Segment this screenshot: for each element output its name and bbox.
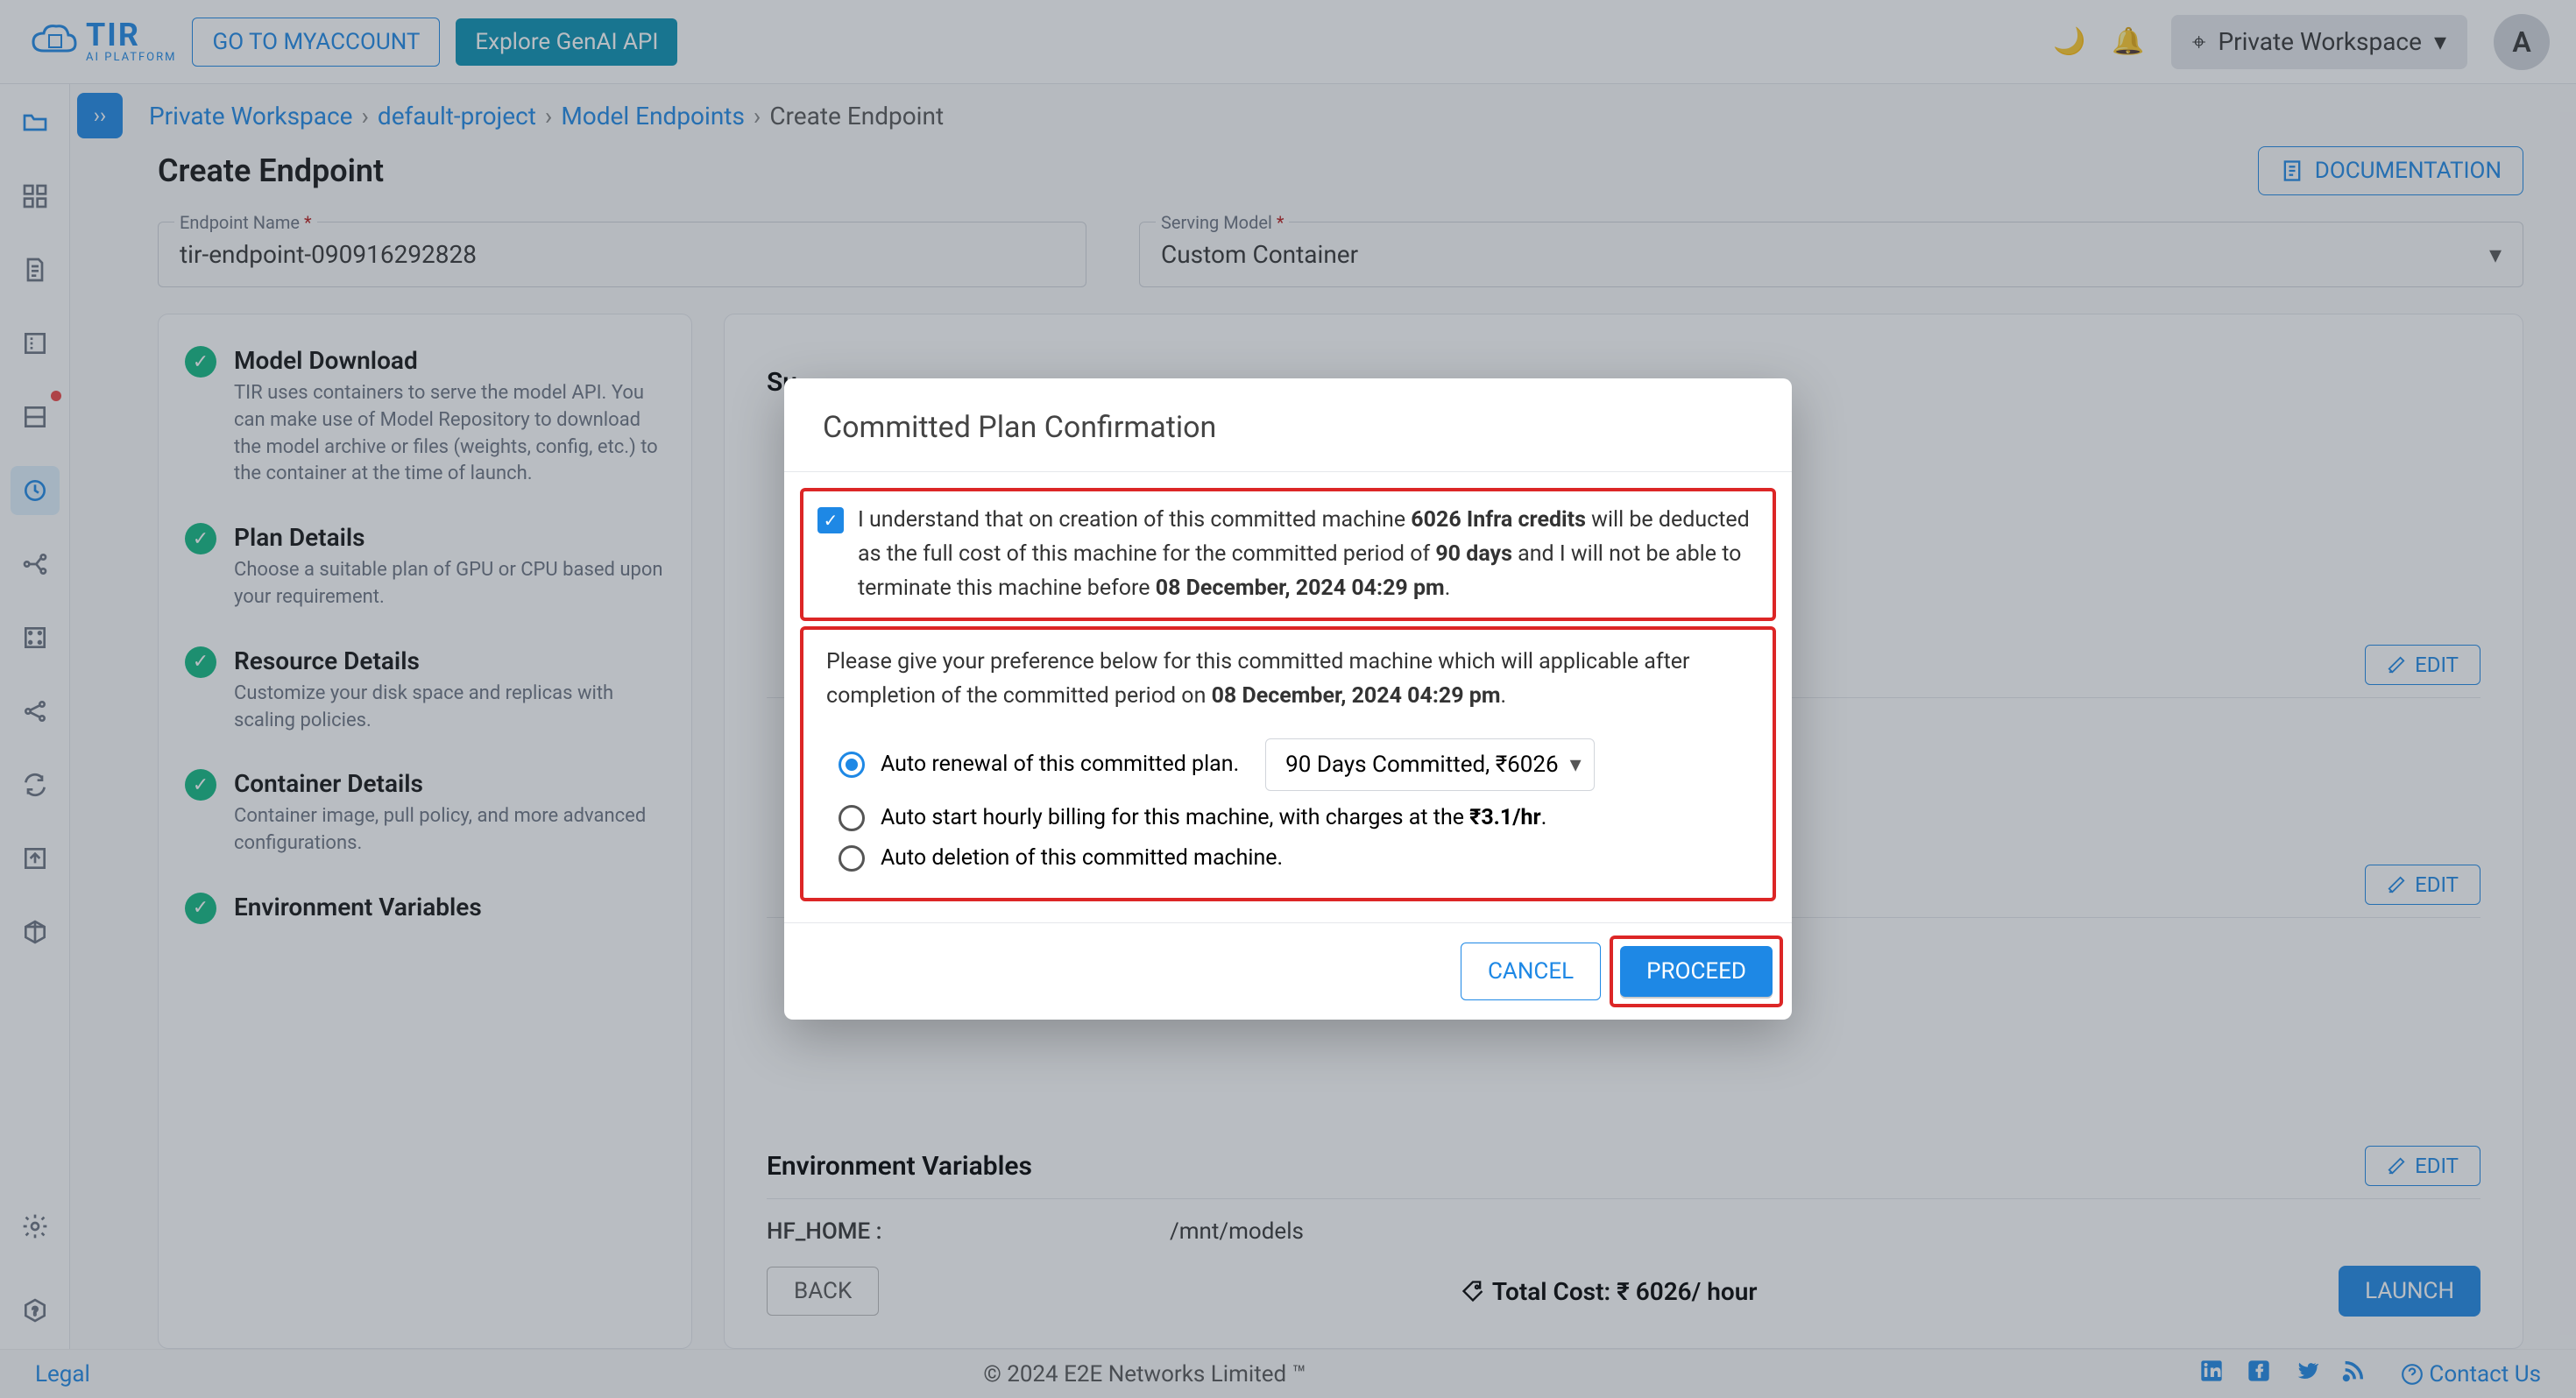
preference-text: Please give your preference below for th… — [817, 642, 1759, 724]
consent-checkbox[interactable]: ✓ — [817, 507, 844, 533]
radio-label: Auto deletion of this committed machine. — [881, 845, 1283, 871]
radio-label: Auto renewal of this committed plan. — [881, 752, 1239, 777]
radio-icon — [839, 845, 865, 872]
radio-icon — [839, 805, 865, 831]
radio-label: Auto start hourly billing for this machi… — [881, 805, 1546, 830]
proceed-highlight: PROCEED — [1610, 936, 1783, 1007]
consent-box: ✓ I understand that on creation of this … — [800, 488, 1776, 621]
radio-hourly[interactable]: Auto start hourly billing for this machi… — [839, 805, 1750, 831]
modal-overlay: Committed Plan Confirmation ✓ I understa… — [0, 0, 2576, 1398]
cancel-button[interactable]: CANCEL — [1461, 943, 1601, 1000]
committed-plan-modal: Committed Plan Confirmation ✓ I understa… — [784, 378, 1792, 1020]
radio-delete[interactable]: Auto deletion of this committed machine. — [839, 845, 1750, 872]
preference-box: Please give your preference below for th… — [800, 626, 1776, 901]
radio-auto-renew[interactable]: Auto renewal of this committed plan. 90 … — [839, 738, 1750, 791]
radio-icon — [839, 752, 865, 778]
consent-text: I understand that on creation of this co… — [858, 504, 1759, 605]
renew-plan-select[interactable]: 90 Days Committed, ₹6026 — [1265, 738, 1594, 791]
renew-select-value: 90 Days Committed, ₹6026 — [1285, 752, 1558, 778]
proceed-button[interactable]: PROCEED — [1620, 946, 1773, 997]
modal-title: Committed Plan Confirmation — [784, 378, 1792, 471]
